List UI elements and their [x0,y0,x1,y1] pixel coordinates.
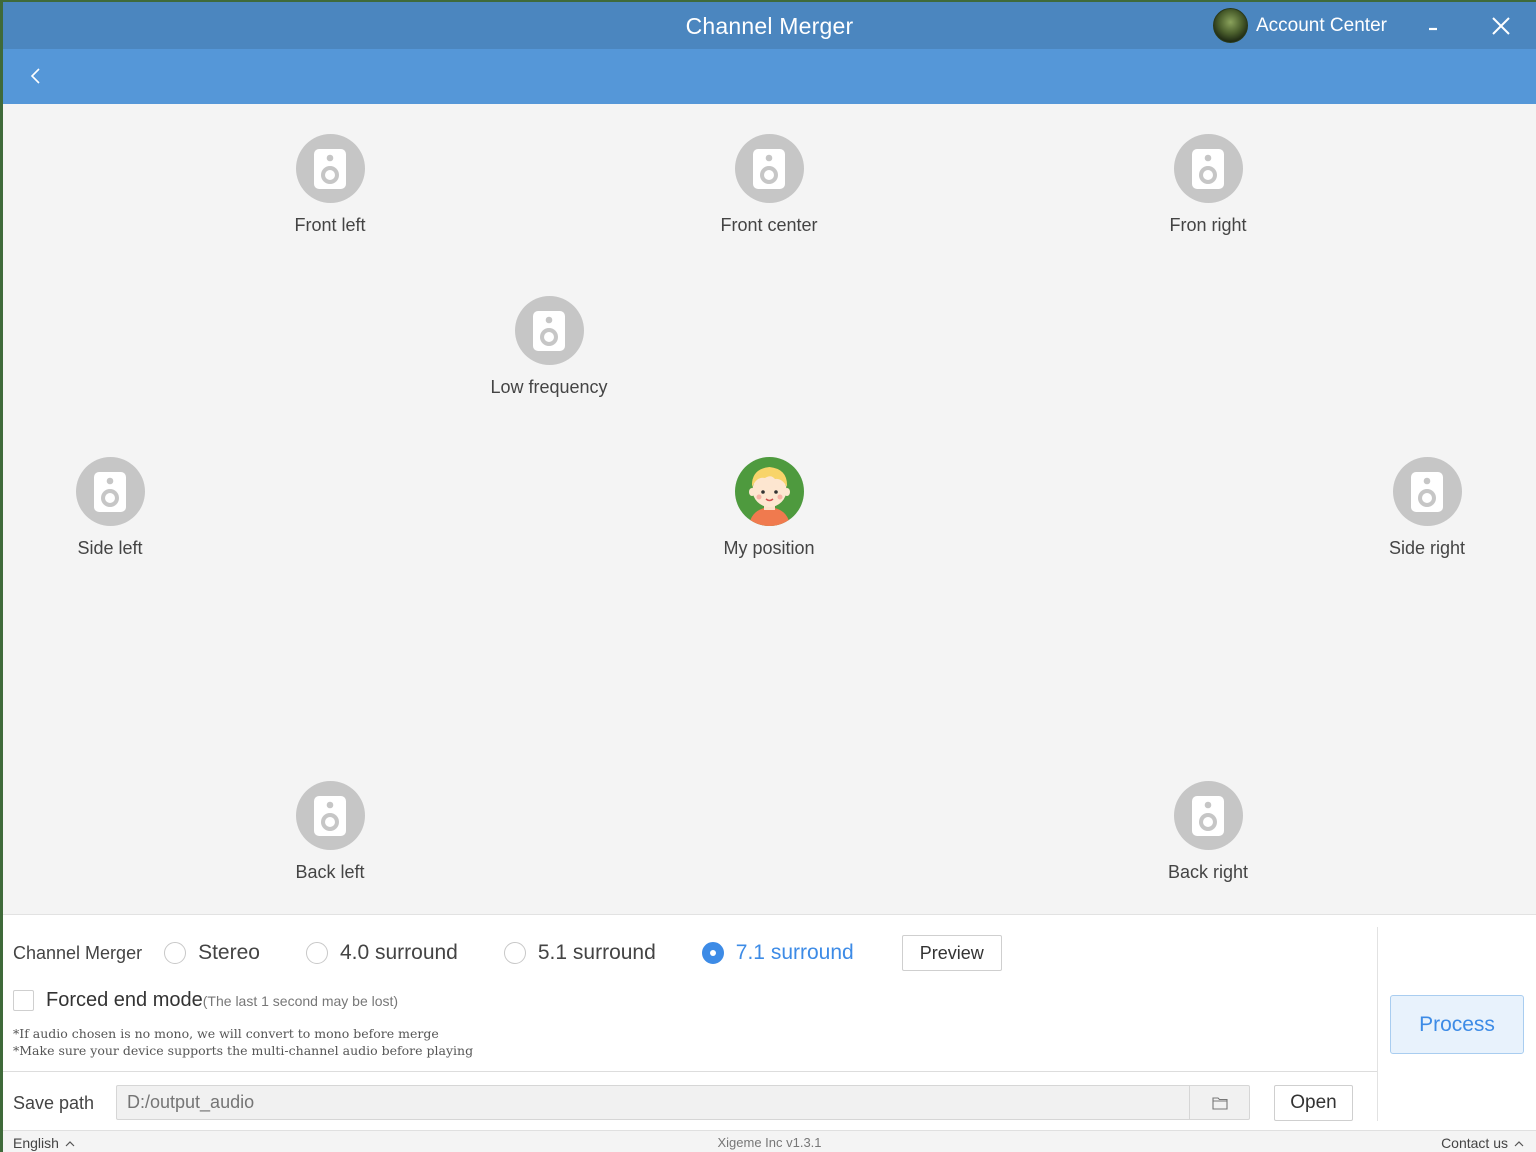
browse-folder-button[interactable] [1189,1086,1249,1119]
speaker-label: Back left [295,862,365,882]
radio-circle[interactable] [305,942,328,964]
user-avatar [1213,8,1248,43]
divider [3,1071,1377,1072]
radio-label: 5.1 surround [537,941,656,964]
speaker-icon [1173,781,1243,850]
radio-5-1-surround[interactable]: 5.1 surround [503,941,656,965]
speaker-icon [295,781,365,850]
folder-icon [1211,1096,1228,1110]
my-position: My position [679,457,859,559]
save-path-input[interactable] [117,1086,1189,1119]
process-button[interactable]: Process [1390,995,1524,1054]
radio-circle-selected[interactable] [701,942,724,964]
speaker-back-right[interactable]: Back right [1118,781,1298,883]
radio-7-1-surround[interactable]: 7.1 surround [701,941,854,965]
minimize-icon [1429,27,1437,30]
radio-stereo[interactable]: Stereo [164,941,260,965]
radio-label: 7.1 surround [735,941,854,964]
channel-mode-group: Channel Merger Stereo 4.0 surround 5.1 s… [13,935,1002,971]
navigation-bar [3,49,1536,104]
forced-end-mode-note: (The last 1 second may be lost) [202,993,399,1009]
radio-label: 4.0 surround [339,941,458,964]
speaker-front-right[interactable]: Fron right [1118,134,1298,236]
version-label: Xigeme Inc v1.3.1 [717,1135,822,1150]
preview-button[interactable]: Preview [901,935,1002,971]
speaker-icon [514,296,584,365]
speaker-icon [295,134,365,203]
options-panel: Channel Merger Stereo 4.0 surround 5.1 s… [3,914,1536,1130]
note-line: *Make sure your device supports the mult… [13,1043,474,1058]
speaker-icon [1392,457,1462,526]
close-button[interactable] [1478,2,1524,49]
notes: *If audio chosen is no mono, we will con… [13,1025,473,1059]
speaker-side-left[interactable]: Side left [20,457,200,559]
speaker-front-center[interactable]: Front center [679,134,859,236]
speaker-label: Side right [1388,538,1466,558]
minimize-button[interactable] [1410,2,1456,49]
app-window: Channel Merger Account Center Front left [3,2,1536,1152]
kid-avatar-icon [734,457,804,526]
status-bar: English Xigeme Inc v1.3.1 Contact us [3,1130,1536,1152]
radio-label: Stereo [198,941,260,964]
radio-circle[interactable] [164,942,187,964]
speaker-back-left[interactable]: Back left [240,781,420,883]
speaker-side-right[interactable]: Side right [1337,457,1517,559]
speaker-label: Back right [1167,862,1249,882]
speaker-layout: Front left Front center Fron right Low f… [3,104,1536,914]
speaker-low-frequency[interactable]: Low frequency [459,296,639,398]
forced-end-mode-checkbox[interactable] [13,990,34,1011]
speaker-label: Low frequency [490,377,608,397]
open-button[interactable]: Open [1274,1085,1353,1121]
note-line: *If audio chosen is no mono, we will con… [13,1026,439,1041]
divider [1377,927,1378,1121]
speaker-icon [75,457,145,526]
save-path-field [116,1085,1250,1120]
speaker-icon [734,134,804,203]
speaker-label: Side left [77,538,143,558]
chevron-up-icon [1514,1140,1524,1146]
speaker-label: Front center [720,215,818,235]
contact-us-link[interactable]: Contact us [1441,1135,1524,1151]
save-path-label: Save path [13,1093,95,1113]
forced-end-mode-label: Forced end mode [46,989,203,1011]
title-bar: Channel Merger Account Center [3,2,1536,49]
speaker-front-left[interactable]: Front left [240,134,420,236]
speaker-label: Front left [294,215,366,235]
close-icon [1492,16,1510,35]
radio-circle[interactable] [503,942,526,964]
speaker-label: Fron right [1169,215,1247,235]
radio-4-0-surround[interactable]: 4.0 surround [305,941,458,965]
back-button[interactable] [23,63,49,89]
contact-label: Contact us [1441,1135,1508,1151]
chevron-left-icon [30,68,40,84]
my-position-label: My position [723,538,815,558]
channel-merger-label: Channel Merger [13,942,143,963]
account-center-label: Account Center [1256,14,1387,36]
account-center-button[interactable]: Account Center [1213,8,1387,43]
forced-end-mode-row: Forced end mode (The last 1 second may b… [13,989,398,1012]
speaker-icon [1173,134,1243,203]
